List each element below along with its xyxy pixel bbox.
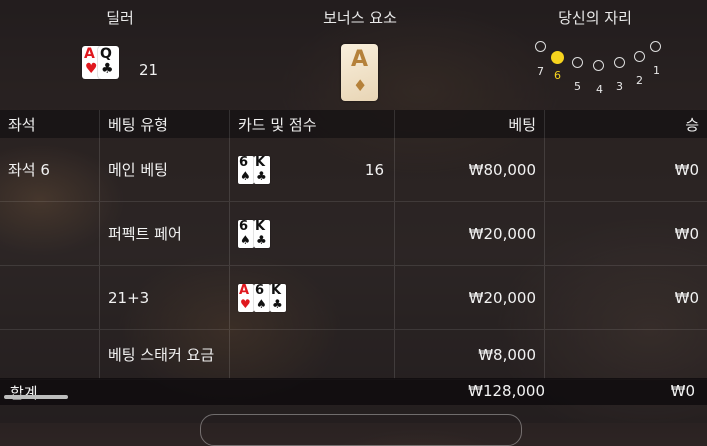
row-bet-type: 21+3 <box>100 266 230 330</box>
seat-dot-7 <box>535 41 546 52</box>
dealer-card-2: Q♣ <box>98 46 119 79</box>
header-row: 딜러 보너스 요소 당신의 자리 <box>0 0 707 30</box>
seat-dot-4 <box>593 60 604 71</box>
table-row: 퍼펙트 페어 6♠K♣ ₩20,000 ₩0 <box>0 202 707 266</box>
playing-card: 6♠ <box>254 284 270 312</box>
col-bet-type: 베팅 유형 <box>100 110 230 138</box>
total-win: ₩0 <box>671 382 695 400</box>
horizontal-scrollbar[interactable] <box>4 395 68 399</box>
row-seat <box>0 330 100 380</box>
total-bet: ₩128,000 <box>468 382 545 400</box>
row-win-amount <box>545 330 707 380</box>
total-label: 합계 <box>10 382 38 403</box>
row-bet-type: 퍼펙트 페어 <box>100 202 230 266</box>
total-row: 합계 ₩128,000 ₩0 <box>0 378 707 405</box>
row-cards: 6♠K♣ <box>230 202 395 266</box>
seat-num-1: 1 <box>653 64 660 77</box>
row-cards: A♥6♠K♣ <box>230 266 395 330</box>
seat-num-6: 6 <box>554 69 561 82</box>
seat-num-3: 3 <box>616 80 623 93</box>
row-win-amount: ₩0 <box>545 202 707 266</box>
row-cards <box>230 330 395 380</box>
table-row: 베팅 스태커 요금 ₩8,000 <box>0 330 707 380</box>
table-row: 좌석 6 메인 베팅 6♠K♣ 16 ₩80,000 ₩0 <box>0 138 707 202</box>
bet-history-table: 좌석 베팅 유형 카드 및 점수 베팅 승 좌석 6 메인 베팅 6♠K♣ 16… <box>0 110 707 380</box>
playing-card: K♣ <box>254 156 270 184</box>
bottom-panel-edge <box>200 414 522 446</box>
playing-card: K♣ <box>270 284 286 312</box>
col-win: 승 <box>545 110 707 138</box>
row-win-amount: ₩0 <box>545 138 707 202</box>
row-bet-amount: ₩20,000 <box>395 202 545 266</box>
dealer-score: 21 <box>139 61 158 79</box>
row-seat <box>0 202 100 266</box>
seat-num-7: 7 <box>537 65 544 78</box>
seat-dot-6 <box>551 51 564 64</box>
row-bet-amount: ₩8,000 <box>395 330 545 380</box>
table-header-row: 좌석 베팅 유형 카드 및 점수 베팅 승 <box>0 110 707 138</box>
seat-dot-2 <box>634 51 645 62</box>
hand-score: 16 <box>365 161 384 179</box>
seat-num-5: 5 <box>574 80 581 93</box>
playing-card: 6♠ <box>238 156 254 184</box>
row-bet-amount: ₩80,000 <box>395 138 545 202</box>
col-cards-score: 카드 및 점수 <box>230 110 395 138</box>
seat-num-4: 4 <box>596 83 603 96</box>
row-bet-amount: ₩20,000 <box>395 266 545 330</box>
playing-card: 6♠ <box>238 220 254 248</box>
table-row: 21+3 A♥6♠K♣ ₩20,000 ₩0 <box>0 266 707 330</box>
row-bet-type: 메인 베팅 <box>100 138 230 202</box>
row-seat: 좌석 6 <box>0 138 100 202</box>
row-cards: 6♠K♣ 16 <box>230 138 395 202</box>
col-seat: 좌석 <box>0 110 100 138</box>
your-seat-heading: 당신의 자리 <box>540 7 650 28</box>
playing-card: K♣ <box>254 220 270 248</box>
bonus-card: A♦ <box>341 44 378 101</box>
bonus-heading: 보너스 요소 <box>300 7 420 28</box>
dealer-heading: 딜러 <box>90 7 150 28</box>
row-win-amount: ₩0 <box>545 266 707 330</box>
col-bet: 베팅 <box>395 110 545 138</box>
seat-num-2: 2 <box>636 74 643 87</box>
playing-card: A♥ <box>238 284 254 312</box>
row-bet-type: 베팅 스태커 요금 <box>100 330 230 380</box>
seat-dot-3 <box>614 57 625 68</box>
row-seat <box>0 266 100 330</box>
seat-dot-5 <box>572 57 583 68</box>
seat-dot-1 <box>650 41 661 52</box>
